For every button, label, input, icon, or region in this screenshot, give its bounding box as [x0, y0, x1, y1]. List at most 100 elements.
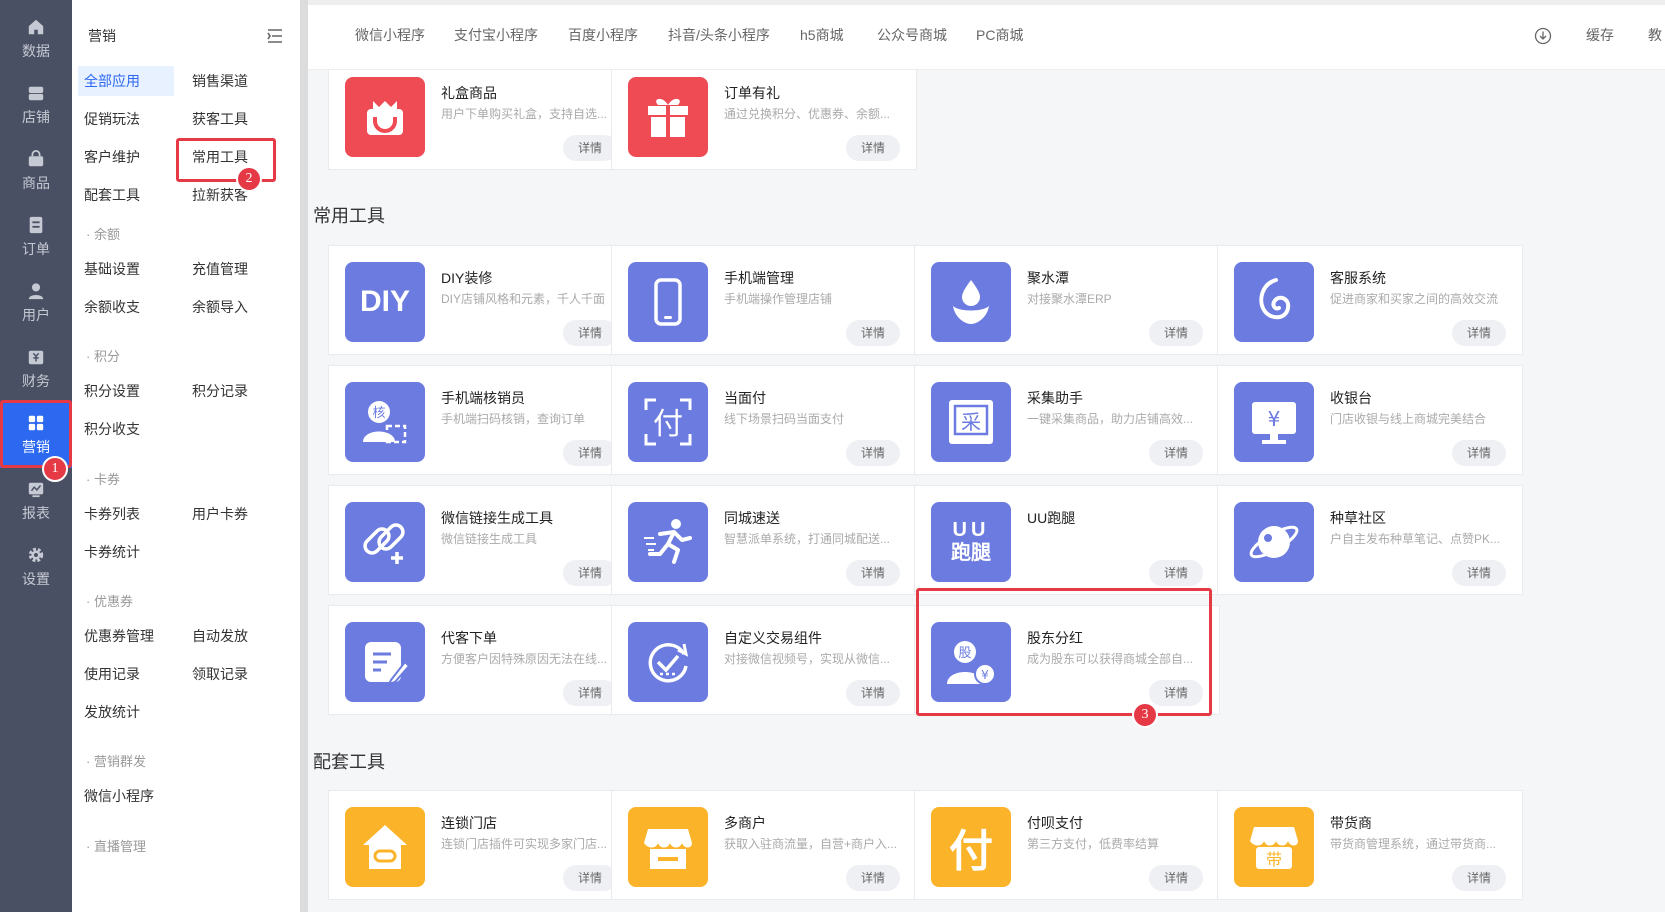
nav-item-finance[interactable]: 财务 — [0, 336, 72, 402]
cashier-icon-text: ¥ — [1268, 407, 1281, 431]
submenu-card-list[interactable]: 卡券列表 — [78, 499, 174, 529]
nav-item-label: 财务 — [22, 372, 50, 389]
app-card-mobile-mgmt[interactable]: 手机端管理 手机端操作管理店铺 详情 — [611, 245, 917, 355]
detail-button[interactable]: 详情 — [1149, 440, 1203, 466]
detail-button[interactable]: 详情 — [846, 320, 900, 346]
tab-official-account-mall[interactable]: 公众号商城 — [877, 25, 947, 45]
submenu-points-flow[interactable]: 积分收支 — [78, 414, 174, 444]
download-icon[interactable] — [1534, 27, 1552, 45]
detail-button[interactable]: 详情 — [1149, 680, 1203, 706]
submenu-support-tools[interactable]: 配套工具 — [78, 180, 174, 210]
submenu-customer-care[interactable]: 客户维护 — [78, 142, 174, 172]
nav-item-orders[interactable]: 订单 — [0, 204, 72, 270]
tab-baidu-miniapp[interactable]: 百度小程序 — [568, 25, 638, 45]
detail-button[interactable]: 详情 — [846, 865, 900, 891]
submenu-balance-import[interactable]: 余额导入 — [186, 292, 282, 322]
tab-douyin-miniapp[interactable]: 抖音/头条小程序 — [668, 25, 770, 45]
submenu-acquire-tools[interactable]: 获客工具 — [186, 104, 282, 134]
nav-item-products[interactable]: 商品 — [0, 138, 72, 204]
submenu-points-settings[interactable]: 积分设置 — [78, 376, 174, 406]
app-card-wx-link[interactable]: 微信链接生成工具 微信链接生成工具 详情 — [328, 485, 634, 595]
detail-button[interactable]: 详情 — [846, 560, 900, 586]
app-card-chain-store[interactable]: 连锁门店 连锁门店插件可实现多家门店... 详情 — [328, 790, 634, 900]
submenu-issue-stats[interactable]: 发放统计 — [78, 697, 174, 727]
detail-button[interactable]: 详情 — [1149, 560, 1203, 586]
submenu-claim-records[interactable]: 领取记录 — [186, 659, 282, 689]
step-badge-3: 3 — [1132, 702, 1158, 728]
submenu-points-records[interactable]: 积分记录 — [186, 376, 282, 406]
submenu-group-live: · 直播管理 — [86, 839, 146, 854]
detail-button[interactable]: 详情 — [1452, 320, 1506, 346]
app-card-fubei-pay[interactable]: 付 付呗支付 第三方支付，低费率结算 详情 — [914, 790, 1220, 900]
detail-button[interactable]: 详情 — [1452, 440, 1506, 466]
collapse-menu-icon[interactable] — [266, 28, 284, 44]
app-card-proxy-order[interactable]: 代客下单 方便客户因特殊原因无法在线... 详情 — [328, 605, 634, 715]
app-card-city-delivery[interactable]: 同城速送 智慧派单系统，打通同城配送... 详情 — [611, 485, 917, 595]
tab-h5-mall[interactable]: h5商城 — [800, 25, 844, 45]
submenu-user-cards[interactable]: 用户卡券 — [186, 499, 282, 529]
submenu-promotion[interactable]: 促销玩法 — [78, 104, 174, 134]
app-card-jushuitan[interactable]: 聚水潭 对接聚水潭ERP 详情 — [914, 245, 1220, 355]
nav-item-settings[interactable]: 设置 — [0, 534, 72, 600]
nav-item-users[interactable]: 用户 — [0, 270, 72, 336]
collector-icon-text: 采 — [961, 410, 981, 434]
submenu-usage-records[interactable]: 使用记录 — [78, 659, 174, 689]
detail-button[interactable]: 详情 — [563, 680, 617, 706]
detail-button[interactable]: 详情 — [563, 320, 617, 346]
submenu-sales-channel[interactable]: 销售渠道 — [186, 66, 282, 96]
app-card-gift-box[interactable]: 礼盒商品 用户下单购买礼盒，支持自选... 详情 — [328, 70, 634, 170]
submenu-common-tools[interactable]: 常用工具 — [186, 142, 282, 172]
app-icon-bg — [345, 502, 425, 582]
detail-button[interactable]: 详情 — [563, 135, 617, 161]
app-icon-bg: 付 — [931, 807, 1011, 887]
app-card-custom-trade[interactable]: 自定义交易组件 对接微信视频号，实现从微信... 详情 — [611, 605, 917, 715]
detail-button[interactable]: 详情 — [846, 680, 900, 706]
app-card-face-pay[interactable]: 付 当面付 线下场景扫码当面支付 详情 — [611, 365, 917, 475]
app-card-community[interactable]: 种草社区 户自主发布种草笔记、点赞PK... 详情 — [1217, 485, 1523, 595]
app-card-verifier[interactable]: 核 手机端核销员 手机端扫码核销，查询订单 详情 — [328, 365, 634, 475]
detail-button[interactable]: 详情 — [846, 135, 900, 161]
submenu-pull-new[interactable]: 拉新获客 — [186, 180, 282, 210]
app-card-dividend[interactable]: ¥ 股 股东分红 成为股东可以获得商城全部自... 详情 — [914, 605, 1220, 715]
nav-item-store[interactable]: 店铺 — [0, 72, 72, 138]
detail-button[interactable]: 详情 — [563, 440, 617, 466]
detail-button[interactable]: 详情 — [846, 440, 900, 466]
tutorial-button[interactable]: 教 — [1648, 25, 1662, 45]
app-card-desc: 一键采集商品，助力店铺高效... — [1027, 412, 1194, 426]
detail-button[interactable]: 详情 — [1452, 865, 1506, 891]
submenu-recharge-mgmt[interactable]: 充值管理 — [186, 254, 282, 284]
submenu-all-apps[interactable]: 全部应用 — [78, 66, 174, 96]
app-card-name: 手机端管理 — [724, 270, 794, 286]
submenu-balance-flow[interactable]: 余额收支 — [78, 292, 174, 322]
detail-button[interactable]: 详情 — [1149, 320, 1203, 346]
app-card-diy[interactable]: DIY DIY装修 DIY店铺风格和元素，千人千面 详情 — [328, 245, 634, 355]
app-card-distributor[interactable]: 带 带货商 带货商管理系统，通过带货商... 详情 — [1217, 790, 1523, 900]
app-card-cashier[interactable]: ¥ 收银台 门店收银与线上商城完美结合 详情 — [1217, 365, 1523, 475]
tab-pc-mall[interactable]: PC商城 — [976, 25, 1023, 45]
detail-button[interactable]: 详情 — [1452, 560, 1506, 586]
submenu-scrollbar[interactable] — [300, 0, 308, 912]
submenu-wechat-miniapp[interactable]: 微信小程序 — [78, 781, 174, 811]
gear-icon — [28, 547, 44, 562]
submenu-coupon-mgmt[interactable]: 优惠券管理 — [78, 621, 174, 651]
tab-alipay-miniapp[interactable]: 支付宝小程序 — [454, 25, 538, 45]
distributor-shop-icon: 带 — [1250, 827, 1298, 869]
tab-wechat-miniapp[interactable]: 微信小程序 — [355, 25, 425, 45]
app-card-desc: 门店收银与线上商城完美结合 — [1330, 412, 1487, 426]
cache-button[interactable]: 缓存 — [1586, 25, 1614, 45]
diy-icon: DIY — [359, 285, 410, 318]
detail-button[interactable]: 详情 — [563, 560, 617, 586]
app-card-uu-runner[interactable]: UU 跑腿 UU跑腿 详情 — [914, 485, 1220, 595]
app-card-service[interactable]: 客服系统 促进商家和买家之间的高效交流 详情 — [1217, 245, 1523, 355]
face-pay-icon: 付 — [644, 398, 692, 446]
submenu-auto-issue[interactable]: 自动发放 — [186, 621, 282, 651]
detail-button[interactable]: 详情 — [563, 865, 617, 891]
app-card-order-gift[interactable]: 订单有礼 通过兑换积分、优惠券、余额... 详情 — [611, 70, 917, 170]
submenu-basic-settings[interactable]: 基础设置 — [78, 254, 174, 284]
detail-button[interactable]: 详情 — [1149, 865, 1203, 891]
submenu-card-stats[interactable]: 卡券统计 — [78, 537, 174, 567]
app-card-collector[interactable]: 采 采集助手 一键采集商品，助力店铺高效... 详情 — [914, 365, 1220, 475]
app-card-multi-merchant[interactable]: 多商户 获取入驻商流量，自营+商户入... 详情 — [611, 790, 917, 900]
nav-item-data[interactable]: 数据 — [0, 6, 72, 72]
app-card-desc: 微信链接生成工具 — [441, 532, 538, 546]
